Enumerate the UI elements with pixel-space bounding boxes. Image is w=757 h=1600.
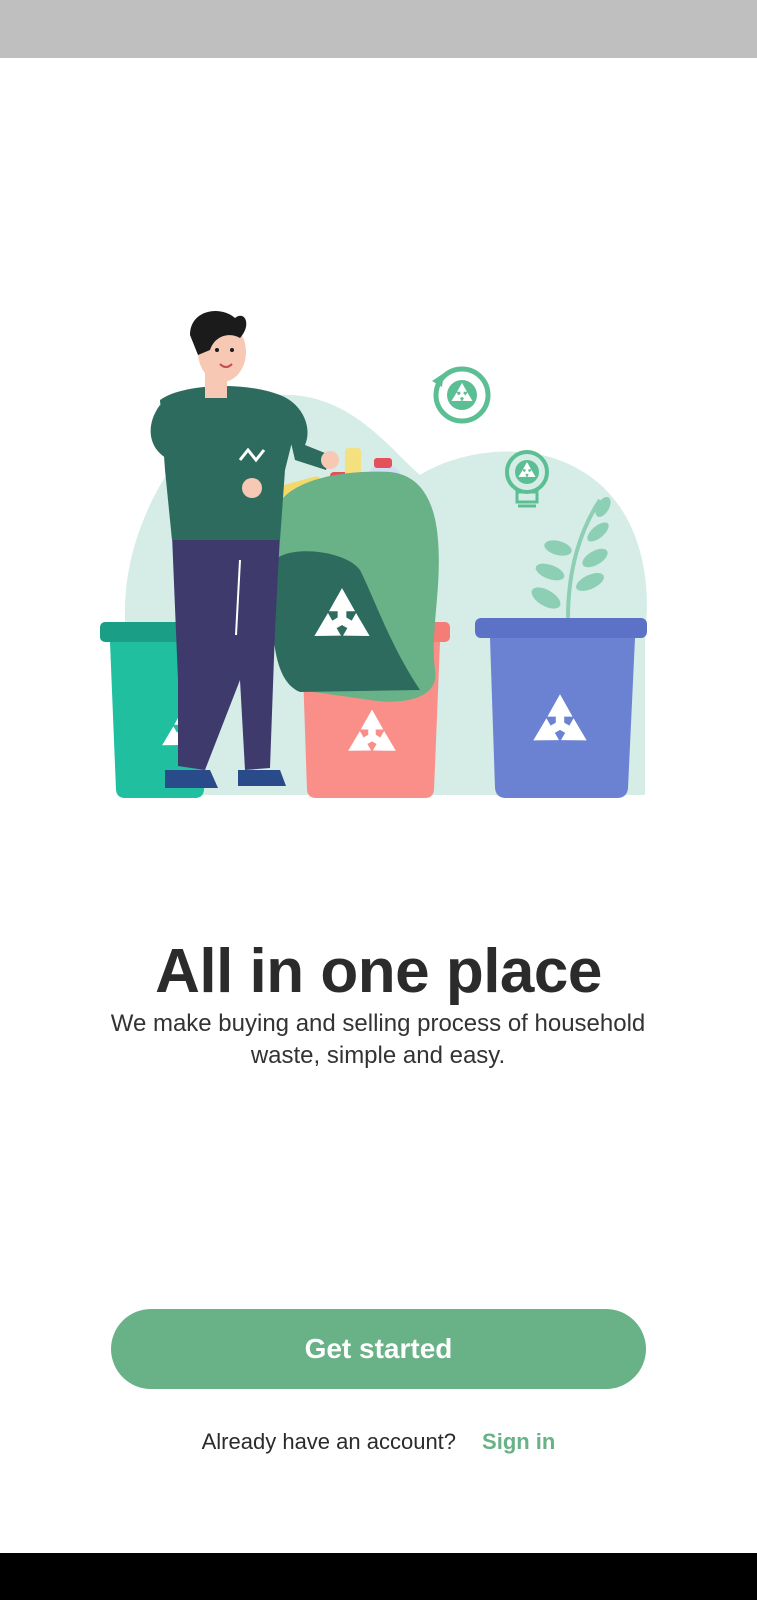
get-started-button[interactable]: Get started (111, 1309, 646, 1389)
signin-row: Already have an account? Sign in (0, 1425, 757, 1459)
recycling-illustration-svg (100, 311, 647, 798)
page-subtitle: We make buying and selling process of ho… (110, 1010, 646, 1069)
recycling-illustration (90, 300, 660, 830)
system-nav-bar (0, 1553, 757, 1600)
page-title: All in one place (155, 937, 602, 1006)
signin-prompt: Already have an account? (201, 1429, 457, 1454)
signin-link[interactable]: Sign in (482, 1429, 555, 1454)
recycling-bag (272, 471, 439, 702)
status-bar (0, 0, 757, 58)
recycle-refresh-icon (432, 366, 491, 424)
bin-blue (475, 618, 647, 798)
